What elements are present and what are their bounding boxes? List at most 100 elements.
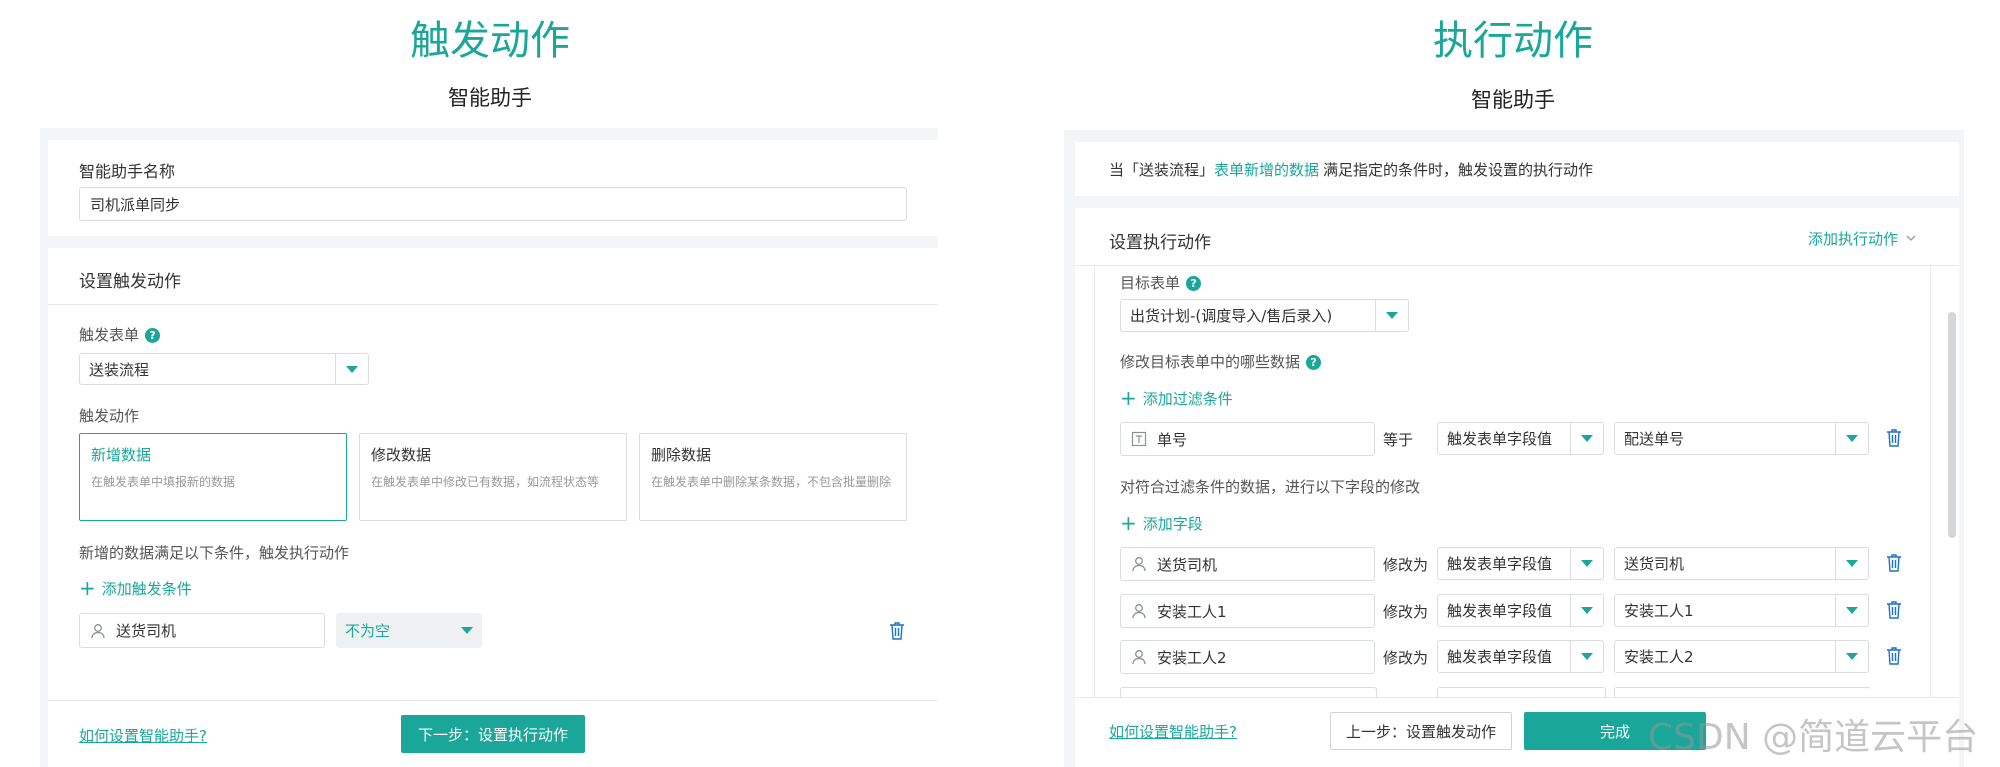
right-panel-title: 执行动作 bbox=[1433, 18, 1593, 64]
person-icon bbox=[91, 623, 105, 638]
chevron-down-icon[interactable] bbox=[1570, 595, 1603, 626]
trash-icon[interactable] bbox=[1886, 647, 1902, 665]
add-field-button[interactable]: + 添加字段 bbox=[1120, 511, 1203, 535]
condition-field-input[interactable]: 送货司机 bbox=[79, 613, 325, 648]
plus-icon: + bbox=[1120, 386, 1137, 410]
field-row-field-value: 安装工人2 bbox=[1157, 648, 1227, 667]
action-option-title: 修改数据 bbox=[371, 446, 432, 464]
trigger-form-value: 送装流程 bbox=[89, 360, 150, 379]
field-row-field-input[interactable]: 安装工人2 bbox=[1120, 640, 1375, 674]
help-icon[interactable]: ? bbox=[1306, 355, 1322, 370]
action-option-title: 新增数据 bbox=[91, 446, 152, 464]
partially-hidden-row bbox=[1120, 687, 1870, 697]
target-form-label: 目标表单? bbox=[1120, 272, 1202, 293]
chevron-down-icon[interactable] bbox=[1835, 423, 1868, 454]
field-row-field-value: 送货司机 bbox=[1157, 555, 1218, 574]
condition-description: 新增的数据满足以下条件，触发执行动作 bbox=[79, 544, 350, 562]
plus-icon: + bbox=[79, 576, 96, 600]
right-panel-subtitle: 智能助手 bbox=[1471, 88, 1555, 112]
divider bbox=[48, 700, 938, 701]
person-icon bbox=[1132, 557, 1146, 572]
chevron-down-icon[interactable] bbox=[1835, 548, 1868, 579]
help-icon[interactable]: ? bbox=[1186, 276, 1202, 291]
action-option-update[interactable]: 修改数据 在触发表单中修改已有数据，如流程状态等 bbox=[359, 433, 627, 521]
field-row-operator: 修改为 bbox=[1383, 603, 1429, 621]
condition-operator-select[interactable]: 不为空 bbox=[336, 613, 482, 648]
field-row-source-select[interactable]: 触发表单字段值 bbox=[1437, 547, 1604, 580]
text-field-icon bbox=[1131, 431, 1147, 447]
action-option-create[interactable]: 新增数据 在触发表单中填报新的数据 bbox=[79, 433, 347, 521]
target-form-select[interactable]: 出货计划-(调度导入/售后录入) bbox=[1120, 299, 1409, 332]
chevron-down-icon[interactable] bbox=[1835, 641, 1868, 672]
chevron-down-icon[interactable] bbox=[335, 354, 368, 384]
condition-field-value: 送货司机 bbox=[116, 622, 177, 640]
filter-source-select[interactable]: 触发表单字段值 bbox=[1437, 422, 1604, 455]
trigger-form-label-text: 触发表单 bbox=[79, 326, 140, 344]
fields-description: 对符合过滤条件的数据，进行以下字段的修改 bbox=[1120, 478, 1421, 496]
assistant-name-input[interactable]: 司机派单同步 bbox=[79, 187, 907, 221]
action-option-delete[interactable]: 删除数据 在触发表单中删除某条数据，不包含批量删除 bbox=[639, 433, 907, 521]
filter-value: 配送单号 bbox=[1624, 430, 1685, 448]
field-row-source-select[interactable]: 触发表单字段值 bbox=[1437, 594, 1604, 627]
field-row-source-value: 触发表单字段值 bbox=[1447, 648, 1553, 666]
modify-data-label: 修改目标表单中的哪些数据? bbox=[1120, 351, 1322, 372]
condition-banner: 当「送装流程」 表单新增的数据 满足指定的条件时，触发设置的执行动作 bbox=[1075, 142, 1959, 196]
help-link[interactable]: 如何设置智能助手? bbox=[1109, 721, 1237, 742]
field-row-source-value: 触发表单字段值 bbox=[1447, 602, 1553, 620]
banner-prefix: 当「送装流程」 bbox=[1109, 160, 1215, 179]
watermark: CSDN @简道云平台 bbox=[1648, 717, 1979, 758]
target-form-label-text: 目标表单 bbox=[1120, 274, 1181, 292]
action-option-title: 删除数据 bbox=[651, 446, 712, 464]
assistant-name-label: 智能助手名称 bbox=[79, 162, 176, 181]
filter-field-value: 单号 bbox=[1157, 430, 1188, 449]
filter-value-select[interactable]: 配送单号 bbox=[1614, 422, 1869, 455]
help-icon[interactable]: ? bbox=[145, 328, 161, 343]
chevron-down-icon[interactable] bbox=[452, 627, 482, 634]
trigger-action-label: 触发动作 bbox=[79, 407, 140, 425]
next-step-button[interactable]: 下一步：设置执行动作 bbox=[401, 715, 585, 753]
trigger-form-select[interactable]: 送装流程 bbox=[79, 353, 369, 385]
left-panel-subtitle: 智能助手 bbox=[448, 86, 532, 110]
plus-icon: + bbox=[1120, 511, 1137, 535]
banner-suffix: 满足指定的条件时，触发设置的执行动作 bbox=[1323, 160, 1594, 179]
trash-icon[interactable] bbox=[1886, 429, 1902, 447]
scrollbar-thumb[interactable] bbox=[1948, 312, 1956, 538]
filter-operator: 等于 bbox=[1383, 431, 1414, 449]
help-link[interactable]: 如何设置智能助手? bbox=[79, 725, 207, 746]
action-section-title: 设置执行动作 bbox=[1109, 233, 1211, 253]
filter-source-value: 触发表单字段值 bbox=[1447, 430, 1553, 448]
add-filter-button[interactable]: + 添加过滤条件 bbox=[1120, 386, 1233, 410]
scroll-box-border bbox=[1094, 265, 1095, 697]
field-row-value: 送货司机 bbox=[1624, 555, 1685, 573]
person-icon bbox=[1132, 604, 1146, 619]
chevron-down-icon[interactable] bbox=[1570, 423, 1603, 454]
field-row-value-select[interactable]: 安装工人1 bbox=[1614, 594, 1869, 627]
field-row-field-input[interactable]: 安装工人1 bbox=[1120, 594, 1375, 628]
target-form-value: 出货计划-(调度导入/售后录入) bbox=[1130, 307, 1333, 325]
divider bbox=[1075, 265, 1959, 266]
banner-link[interactable]: 表单新增的数据 bbox=[1214, 159, 1319, 180]
chevron-down-icon[interactable] bbox=[1375, 300, 1408, 331]
filter-field-input[interactable]: 单号 bbox=[1120, 422, 1375, 456]
add-trigger-condition-button[interactable]: + 添加触发条件 bbox=[79, 576, 192, 600]
action-option-desc: 在触发表单中删除某条数据，不包含批量删除 bbox=[651, 475, 892, 489]
field-row-value-select[interactable]: 送货司机 bbox=[1614, 547, 1869, 580]
modify-data-label-text: 修改目标表单中的哪些数据 bbox=[1120, 353, 1301, 371]
chevron-down-icon[interactable] bbox=[1835, 595, 1868, 626]
chevron-down-icon[interactable] bbox=[1570, 548, 1603, 579]
action-option-desc: 在触发表单中填报新的数据 bbox=[91, 475, 236, 489]
trash-icon[interactable] bbox=[1886, 554, 1902, 572]
add-action-dropdown[interactable]: 添加执行动作 bbox=[1808, 228, 1916, 249]
field-row-source-select[interactable]: 触发表单字段值 bbox=[1437, 640, 1604, 673]
trigger-section-title: 设置触发动作 bbox=[79, 272, 181, 292]
add-action-label: 添加执行动作 bbox=[1808, 230, 1899, 248]
trash-icon[interactable] bbox=[889, 622, 905, 640]
previous-step-button[interactable]: 上一步：设置触发动作 bbox=[1330, 712, 1512, 750]
divider bbox=[1075, 697, 1959, 698]
trash-icon[interactable] bbox=[1886, 601, 1902, 619]
field-row-operator: 修改为 bbox=[1383, 649, 1429, 667]
field-row-field-value: 安装工人1 bbox=[1157, 602, 1227, 621]
chevron-down-icon[interactable] bbox=[1570, 641, 1603, 672]
field-row-value-select[interactable]: 安装工人2 bbox=[1614, 640, 1869, 673]
field-row-field-input[interactable]: 送货司机 bbox=[1120, 547, 1375, 581]
